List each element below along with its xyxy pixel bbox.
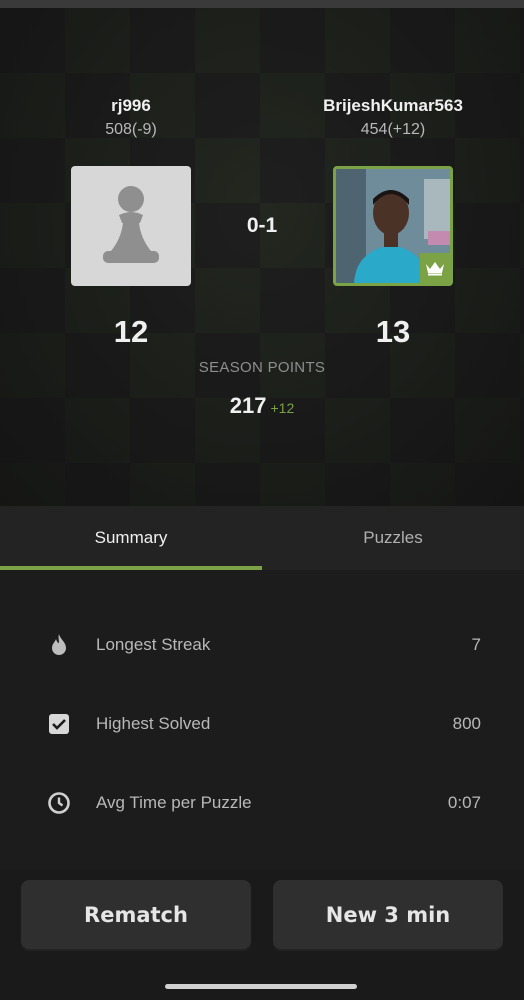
player-right-rating: 454(+12) [360, 121, 426, 138]
season-points: 217 +12 [162, 393, 362, 419]
stat-row-avg-time: Avg Time per Puzzle 0:07 [0, 783, 524, 823]
season-points-label: SEASON POINTS [198, 359, 326, 376]
season-points-delta: +12 [270, 400, 295, 416]
summary-stats: Longest Streak 7 Highest Solved 800 Avg … [0, 570, 524, 870]
home-indicator[interactable] [165, 984, 357, 989]
tab-summary[interactable]: Summary [0, 506, 262, 570]
stat-value: 800 [452, 714, 481, 733]
flame-icon [47, 633, 71, 657]
crown-icon [426, 262, 444, 276]
game-result: 0-1 [246, 214, 278, 237]
result-tabs: Summary Puzzles [0, 506, 524, 570]
stat-row-highest-solved: Highest Solved 800 [0, 704, 524, 744]
stat-label: Highest Solved [96, 714, 211, 733]
tab-puzzles[interactable]: Puzzles [262, 506, 524, 570]
player-left-rating: 508(-9) [105, 121, 157, 138]
stat-value: 7 [471, 635, 481, 654]
stat-label: Longest Streak [96, 635, 211, 654]
player-left-score: 12 [113, 314, 149, 349]
season-points-value: 217 [229, 393, 267, 418]
status-strip [0, 0, 524, 8]
player-right-name: BrijeshKumar563 [323, 96, 463, 115]
clock-icon [47, 791, 71, 815]
checkbox-icon [47, 712, 71, 736]
stat-row-longest-streak: Longest Streak 7 [0, 625, 524, 665]
player-right-avatar[interactable] [333, 166, 453, 286]
stat-label: Avg Time per Puzzle [96, 793, 252, 812]
player-right-score: 13 [375, 314, 411, 349]
winner-crown-badge [420, 253, 450, 283]
player-left-name: rj996 [111, 96, 151, 115]
pawn-icon [103, 186, 159, 263]
player-left-avatar[interactable] [71, 166, 191, 286]
stat-value: 0:07 [447, 793, 481, 812]
rematch-button[interactable]: Rematch [21, 880, 251, 949]
new-game-button[interactable]: New 3 min [273, 880, 503, 949]
